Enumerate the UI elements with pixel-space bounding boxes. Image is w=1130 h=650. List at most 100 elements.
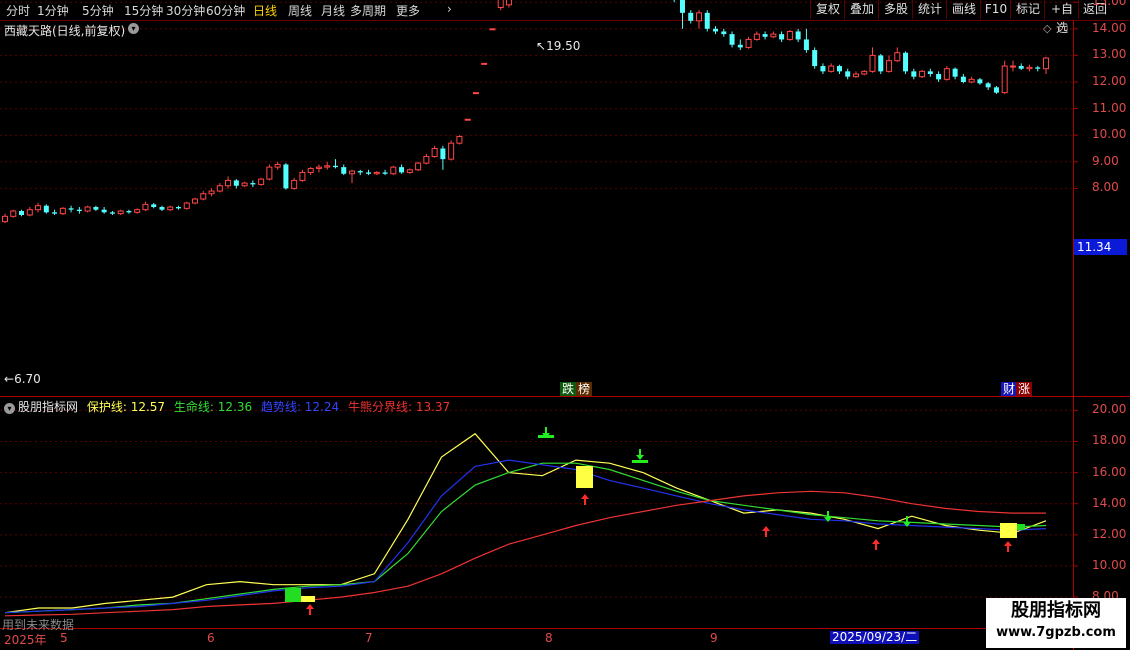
candle: [341, 164, 347, 176]
candle: [151, 203, 157, 209]
chart-grid: [0, 1, 1130, 650]
candle: [307, 167, 314, 176]
candle: [134, 208, 141, 214]
candle: [324, 161, 331, 170]
candle: [729, 31, 735, 48]
candle: [704, 10, 710, 32]
candle: [464, 118, 471, 121]
up-arrow-icon: [872, 539, 880, 550]
price-tick-label: 11.00: [1092, 100, 1127, 115]
candle: [845, 68, 851, 80]
candle: [200, 191, 207, 201]
date-month-9: 9: [710, 631, 718, 645]
candle: [828, 63, 835, 73]
indicator-name[interactable]: 股朋指标网: [18, 400, 78, 414]
date-month-7: 7: [365, 631, 373, 645]
candle: [795, 28, 801, 43]
date-month-6: 6: [207, 631, 215, 645]
price-tick-label: 14.00: [1092, 20, 1127, 35]
indicator-menu-icon[interactable]: ▾: [4, 403, 15, 414]
high-price-label: ↖19.50: [536, 39, 581, 53]
candle: [456, 135, 463, 145]
candle: [399, 164, 405, 174]
watermark-box: 股朋指标网 www.7gpzb.com: [986, 598, 1126, 648]
candle: [721, 28, 727, 37]
candle: [886, 55, 893, 73]
candle: [1026, 64, 1033, 72]
indicator-tick-label: 14.00: [1092, 495, 1127, 510]
candle: [208, 188, 215, 197]
candle: [713, 26, 719, 35]
selected-date-badge: 2025/09/23/二: [830, 630, 920, 644]
stock-title[interactable]: 西藏天路(日线,前复权): [4, 22, 125, 39]
candle: [266, 164, 273, 181]
candle: [299, 169, 306, 182]
low-price-label: ←6.70: [4, 372, 41, 386]
candle: [315, 164, 322, 173]
candle: [786, 30, 793, 41]
candle: [960, 74, 966, 84]
price-tick-label: 9.00: [1092, 153, 1119, 168]
candle: [737, 39, 743, 51]
financial-tag[interactable]: 财: [1001, 382, 1018, 396]
candle: [142, 201, 149, 212]
title-dropdown-icon[interactable]: ▾: [128, 23, 139, 34]
candle: [93, 205, 99, 212]
candle: [1018, 63, 1024, 71]
yellow-block: [301, 596, 315, 602]
candle: [349, 169, 355, 184]
indicator-line: [4, 459, 1047, 614]
indicator-line: [4, 462, 1047, 614]
candle: [126, 209, 132, 214]
candle: [192, 197, 199, 205]
trend-line-value: 趋势线: 12.24: [260, 400, 340, 414]
candle: [505, 0, 512, 8]
indicator-line: [4, 432, 1047, 614]
candle: [911, 68, 917, 80]
candle: [52, 209, 58, 215]
green-block: [1017, 524, 1025, 530]
candle: [985, 82, 991, 90]
candle: [258, 177, 265, 186]
rise-tag[interactable]: 涨: [1016, 382, 1033, 396]
candle: [26, 207, 33, 217]
rank-tag[interactable]: 榜: [576, 382, 593, 396]
candle: [977, 78, 983, 85]
candle: [2, 213, 8, 223]
indicator-tick-label: 18.00: [1092, 433, 1127, 448]
price-tick-label: 12.00: [1092, 74, 1127, 88]
candle: [35, 203, 42, 213]
indicator-lines: [4, 432, 1047, 617]
candle: [59, 207, 66, 215]
up-arrow-icon: [1004, 541, 1012, 552]
candle: [43, 204, 49, 214]
candle: [283, 163, 289, 190]
protect-line-value: 保护线: 12.57: [86, 400, 166, 414]
candle: [440, 145, 446, 170]
candle: [357, 169, 363, 176]
candle: [927, 68, 933, 77]
kline-chart[interactable]: [0, 0, 1130, 650]
candle: [919, 70, 926, 79]
price-tick-label: 15.00: [1092, 0, 1127, 9]
price-tick-label: 10.00: [1092, 127, 1127, 142]
candle: [779, 31, 785, 43]
window-toggle-icon[interactable]: ▢: [1058, 21, 1068, 34]
up-arrow-icon: [306, 604, 314, 615]
green-bar: [632, 460, 648, 463]
bull-bear-line-value: 牛熊分界线: 13.37: [347, 400, 451, 414]
candle: [903, 51, 909, 75]
candle: [968, 76, 975, 84]
drop-tag[interactable]: 跌: [560, 382, 577, 396]
candle: [679, 0, 685, 29]
date-axis: 2025年 5 6 7 8 9 2025/09/23/二: [0, 630, 1072, 647]
diamond-icon[interactable]: ◇: [1043, 22, 1051, 35]
indicator-tick-label: 10.00: [1092, 558, 1127, 572]
candle: [869, 47, 876, 73]
candle: [489, 28, 496, 31]
candle: [1035, 66, 1041, 72]
candle: [241, 181, 248, 188]
candle: [753, 31, 760, 41]
down-arrow-icon: [636, 449, 644, 460]
candle: [250, 180, 256, 188]
